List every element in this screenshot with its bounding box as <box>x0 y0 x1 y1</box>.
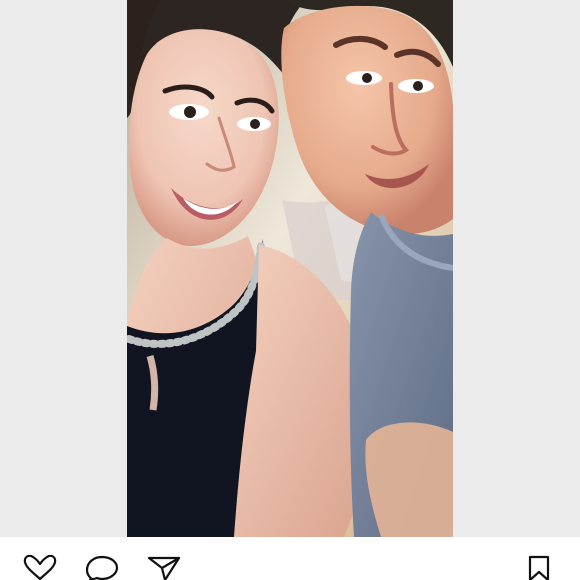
woman-right-pupil <box>250 119 260 129</box>
post-photo[interactable] <box>127 0 453 537</box>
instagram-post <box>0 0 580 580</box>
save-button[interactable] <box>519 555 559 580</box>
paper-plane-icon <box>147 556 181 580</box>
man-right-pupil <box>413 81 423 91</box>
woman-left-pupil <box>184 106 196 118</box>
heart-icon <box>23 555 57 580</box>
share-button[interactable] <box>144 555 184 580</box>
selfie-photo-illustration <box>127 0 453 537</box>
post-media-area <box>0 0 580 537</box>
bookmark-icon <box>528 555 550 580</box>
comment-button[interactable] <box>82 555 122 580</box>
post-action-bar <box>0 537 580 580</box>
comment-bubble-icon <box>85 555 119 580</box>
like-button[interactable] <box>20 555 60 580</box>
man-left-pupil <box>362 73 372 83</box>
man-arm <box>365 422 453 537</box>
